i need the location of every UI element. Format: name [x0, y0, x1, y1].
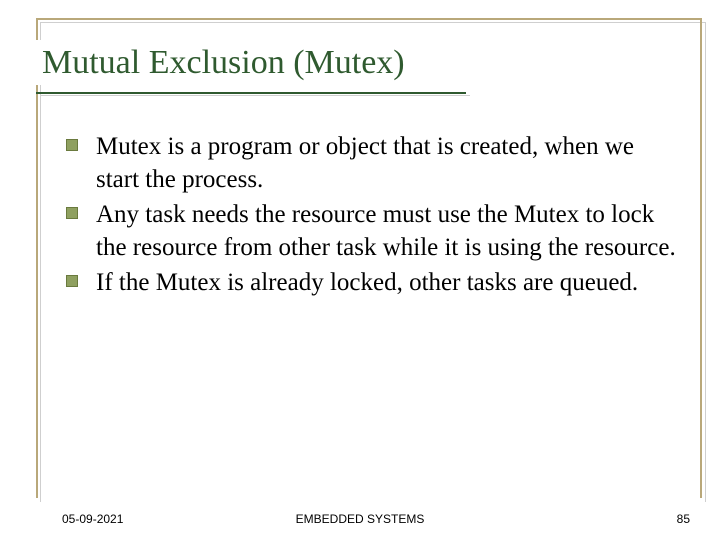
title-underline: [36, 92, 466, 94]
title-underline-shadow: [40, 95, 470, 96]
bullet-icon: [66, 130, 96, 196]
bullet-text: Mutex is a program or object that is cre…: [96, 130, 680, 196]
slide: Mutual Exclusion (Mutex) Mutex is a prog…: [0, 0, 720, 540]
footer: 05-09-2021 EMBEDDED SYSTEMS 85: [0, 506, 720, 526]
footer-page-number: 85: [677, 512, 690, 526]
list-item: Any task needs the resource must use the…: [66, 198, 680, 264]
bullet-text: If the Mutex is already locked, other ta…: [96, 266, 680, 299]
bullet-text: Any task needs the resource must use the…: [96, 198, 680, 264]
slide-title: Mutual Exclusion (Mutex): [36, 40, 417, 85]
list-item: Mutex is a program or object that is cre…: [66, 130, 680, 196]
bullet-icon: [66, 266, 96, 299]
footer-title: EMBEDDED SYSTEMS: [0, 512, 720, 526]
bullet-icon: [66, 198, 96, 264]
list-item: If the Mutex is already locked, other ta…: [66, 266, 680, 299]
body-text: Mutex is a program or object that is cre…: [66, 130, 680, 301]
